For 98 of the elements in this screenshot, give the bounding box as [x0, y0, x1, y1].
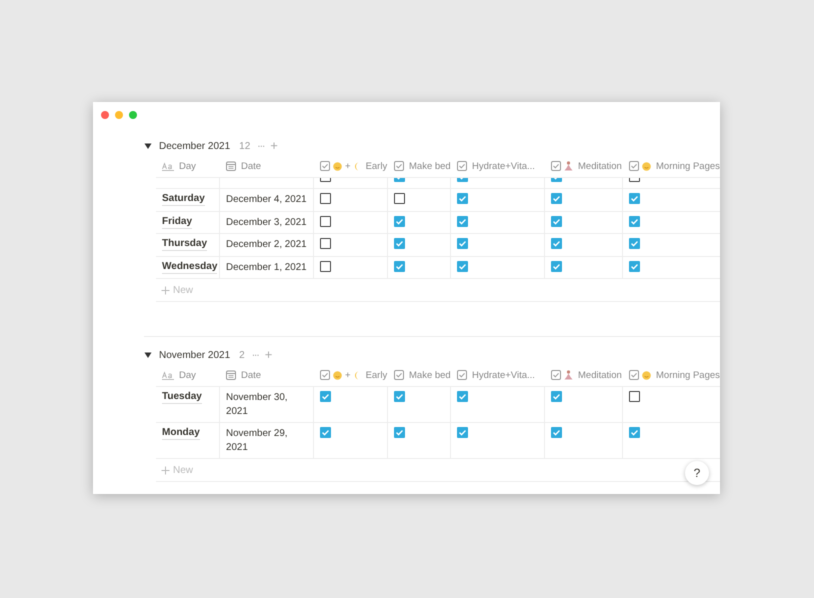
checkbox-icon [457, 370, 467, 380]
smiley-face-icon [642, 162, 651, 170]
crescent-moon-icon [354, 162, 361, 170]
checkbox[interactable] [394, 260, 405, 272]
column-header[interactable]: Hydrate+Vita... [451, 155, 545, 177]
table-cell: December 3, 2021 [220, 212, 314, 233]
column-header[interactable]: Morning Pages [623, 364, 720, 386]
add-button[interactable]: + [264, 349, 272, 361]
column-header[interactable]: + Early [314, 364, 388, 386]
column-header[interactable]: Meditation [545, 364, 623, 386]
checkbox[interactable] [457, 238, 468, 249]
text-type-icon [162, 162, 174, 170]
checkbox[interactable] [629, 193, 640, 204]
column-header[interactable]: Day [156, 155, 220, 177]
column-header[interactable]: Hydrate+Vita... [451, 364, 545, 386]
collapse-toggle[interactable] [144, 351, 152, 359]
help-button[interactable]: ? [685, 461, 709, 485]
checkbox-icon [629, 161, 639, 171]
checkbox[interactable] [394, 238, 405, 249]
add-button[interactable]: + [270, 140, 278, 152]
group-count: 12 [239, 140, 250, 152]
new-row-button[interactable]: New [161, 464, 194, 476]
checkbox-icon [551, 370, 561, 380]
checkbox[interactable] [551, 238, 562, 249]
checkbox[interactable] [551, 260, 562, 272]
checkbox[interactable] [320, 427, 331, 438]
checkbox[interactable] [320, 216, 331, 226]
checkbox[interactable] [629, 238, 640, 249]
checkbox[interactable] [457, 391, 468, 402]
table-cell: Wednesday [156, 256, 220, 278]
group-title: November 2021 [159, 350, 230, 360]
window-close-button[interactable] [101, 111, 109, 119]
table-cell: Thursday [156, 234, 220, 256]
column-header[interactable]: Meditation [545, 155, 623, 177]
table-cell: November 30, 2021 [220, 387, 314, 422]
crescent-moon-icon [354, 370, 361, 380]
column-header[interactable]: Make bed [388, 364, 451, 386]
checkbox-icon [457, 161, 467, 171]
calendar-icon [226, 161, 236, 171]
group-title: December 2021 [159, 140, 230, 152]
checkbox[interactable] [629, 427, 640, 438]
column-header[interactable]: Date [220, 155, 314, 177]
checkbox[interactable] [320, 193, 331, 204]
checkbox[interactable] [394, 427, 405, 438]
column-header[interactable]: + Early [314, 155, 388, 177]
collapse-toggle[interactable] [144, 142, 152, 150]
meditating-figure-icon [564, 370, 573, 380]
table-cell: Monday [156, 423, 220, 458]
more-button[interactable]: ··· [257, 140, 264, 152]
plus-sign: + [345, 370, 351, 380]
table-cell: December 1, 2021 [220, 256, 314, 278]
plus-icon [161, 286, 170, 294]
checkbox[interactable] [394, 193, 405, 204]
meditating-figure-icon [564, 161, 573, 171]
more-button[interactable]: ··· [252, 350, 259, 360]
checkbox-icon [320, 161, 330, 171]
checkbox[interactable] [629, 216, 640, 226]
group-count: 2 [239, 350, 245, 360]
checkbox[interactable] [320, 391, 331, 402]
calendar-icon [226, 370, 236, 380]
checkbox[interactable] [320, 238, 331, 249]
checkbox[interactable] [457, 260, 468, 272]
table-cell: Tuesday [156, 387, 220, 422]
column-header[interactable]: Date [220, 364, 314, 386]
new-row-button[interactable]: New [161, 284, 194, 296]
column-header[interactable]: Make bed [388, 155, 451, 177]
column-header[interactable]: Morning Pages [623, 155, 720, 177]
checkbox[interactable] [629, 391, 640, 402]
column-header[interactable]: Day [156, 364, 220, 386]
table-cell: November 29, 2021 [220, 423, 314, 458]
checkbox[interactable] [394, 391, 405, 402]
window-zoom-button[interactable] [129, 111, 137, 119]
checkbox-icon [551, 161, 561, 171]
checkbox[interactable] [551, 216, 562, 226]
checkbox[interactable] [551, 391, 562, 402]
table-cell: Saturday [156, 189, 220, 210]
text-type-icon [162, 370, 174, 380]
table-cell: Friday [156, 212, 220, 233]
checkbox[interactable] [320, 260, 331, 272]
checkbox-icon [629, 370, 639, 380]
smiley-face-icon [333, 162, 342, 170]
table-cell: December 2, 2021 [220, 234, 314, 256]
window-minimize-button[interactable] [115, 111, 123, 119]
checkbox[interactable] [551, 193, 562, 204]
smiley-face-icon [333, 370, 342, 380]
smiley-face-icon [642, 370, 651, 380]
checkbox-icon [394, 161, 404, 171]
checkbox[interactable] [629, 260, 640, 272]
table-cell: December 4, 2021 [220, 189, 314, 210]
checkbox[interactable] [394, 216, 405, 226]
checkbox-icon [320, 370, 330, 380]
checkbox[interactable] [551, 427, 562, 438]
plus-icon [161, 466, 170, 474]
checkbox[interactable] [457, 216, 468, 226]
checkbox-icon [394, 370, 404, 380]
checkbox[interactable] [457, 193, 468, 204]
plus-sign: + [345, 160, 351, 172]
checkbox[interactable] [457, 427, 468, 438]
